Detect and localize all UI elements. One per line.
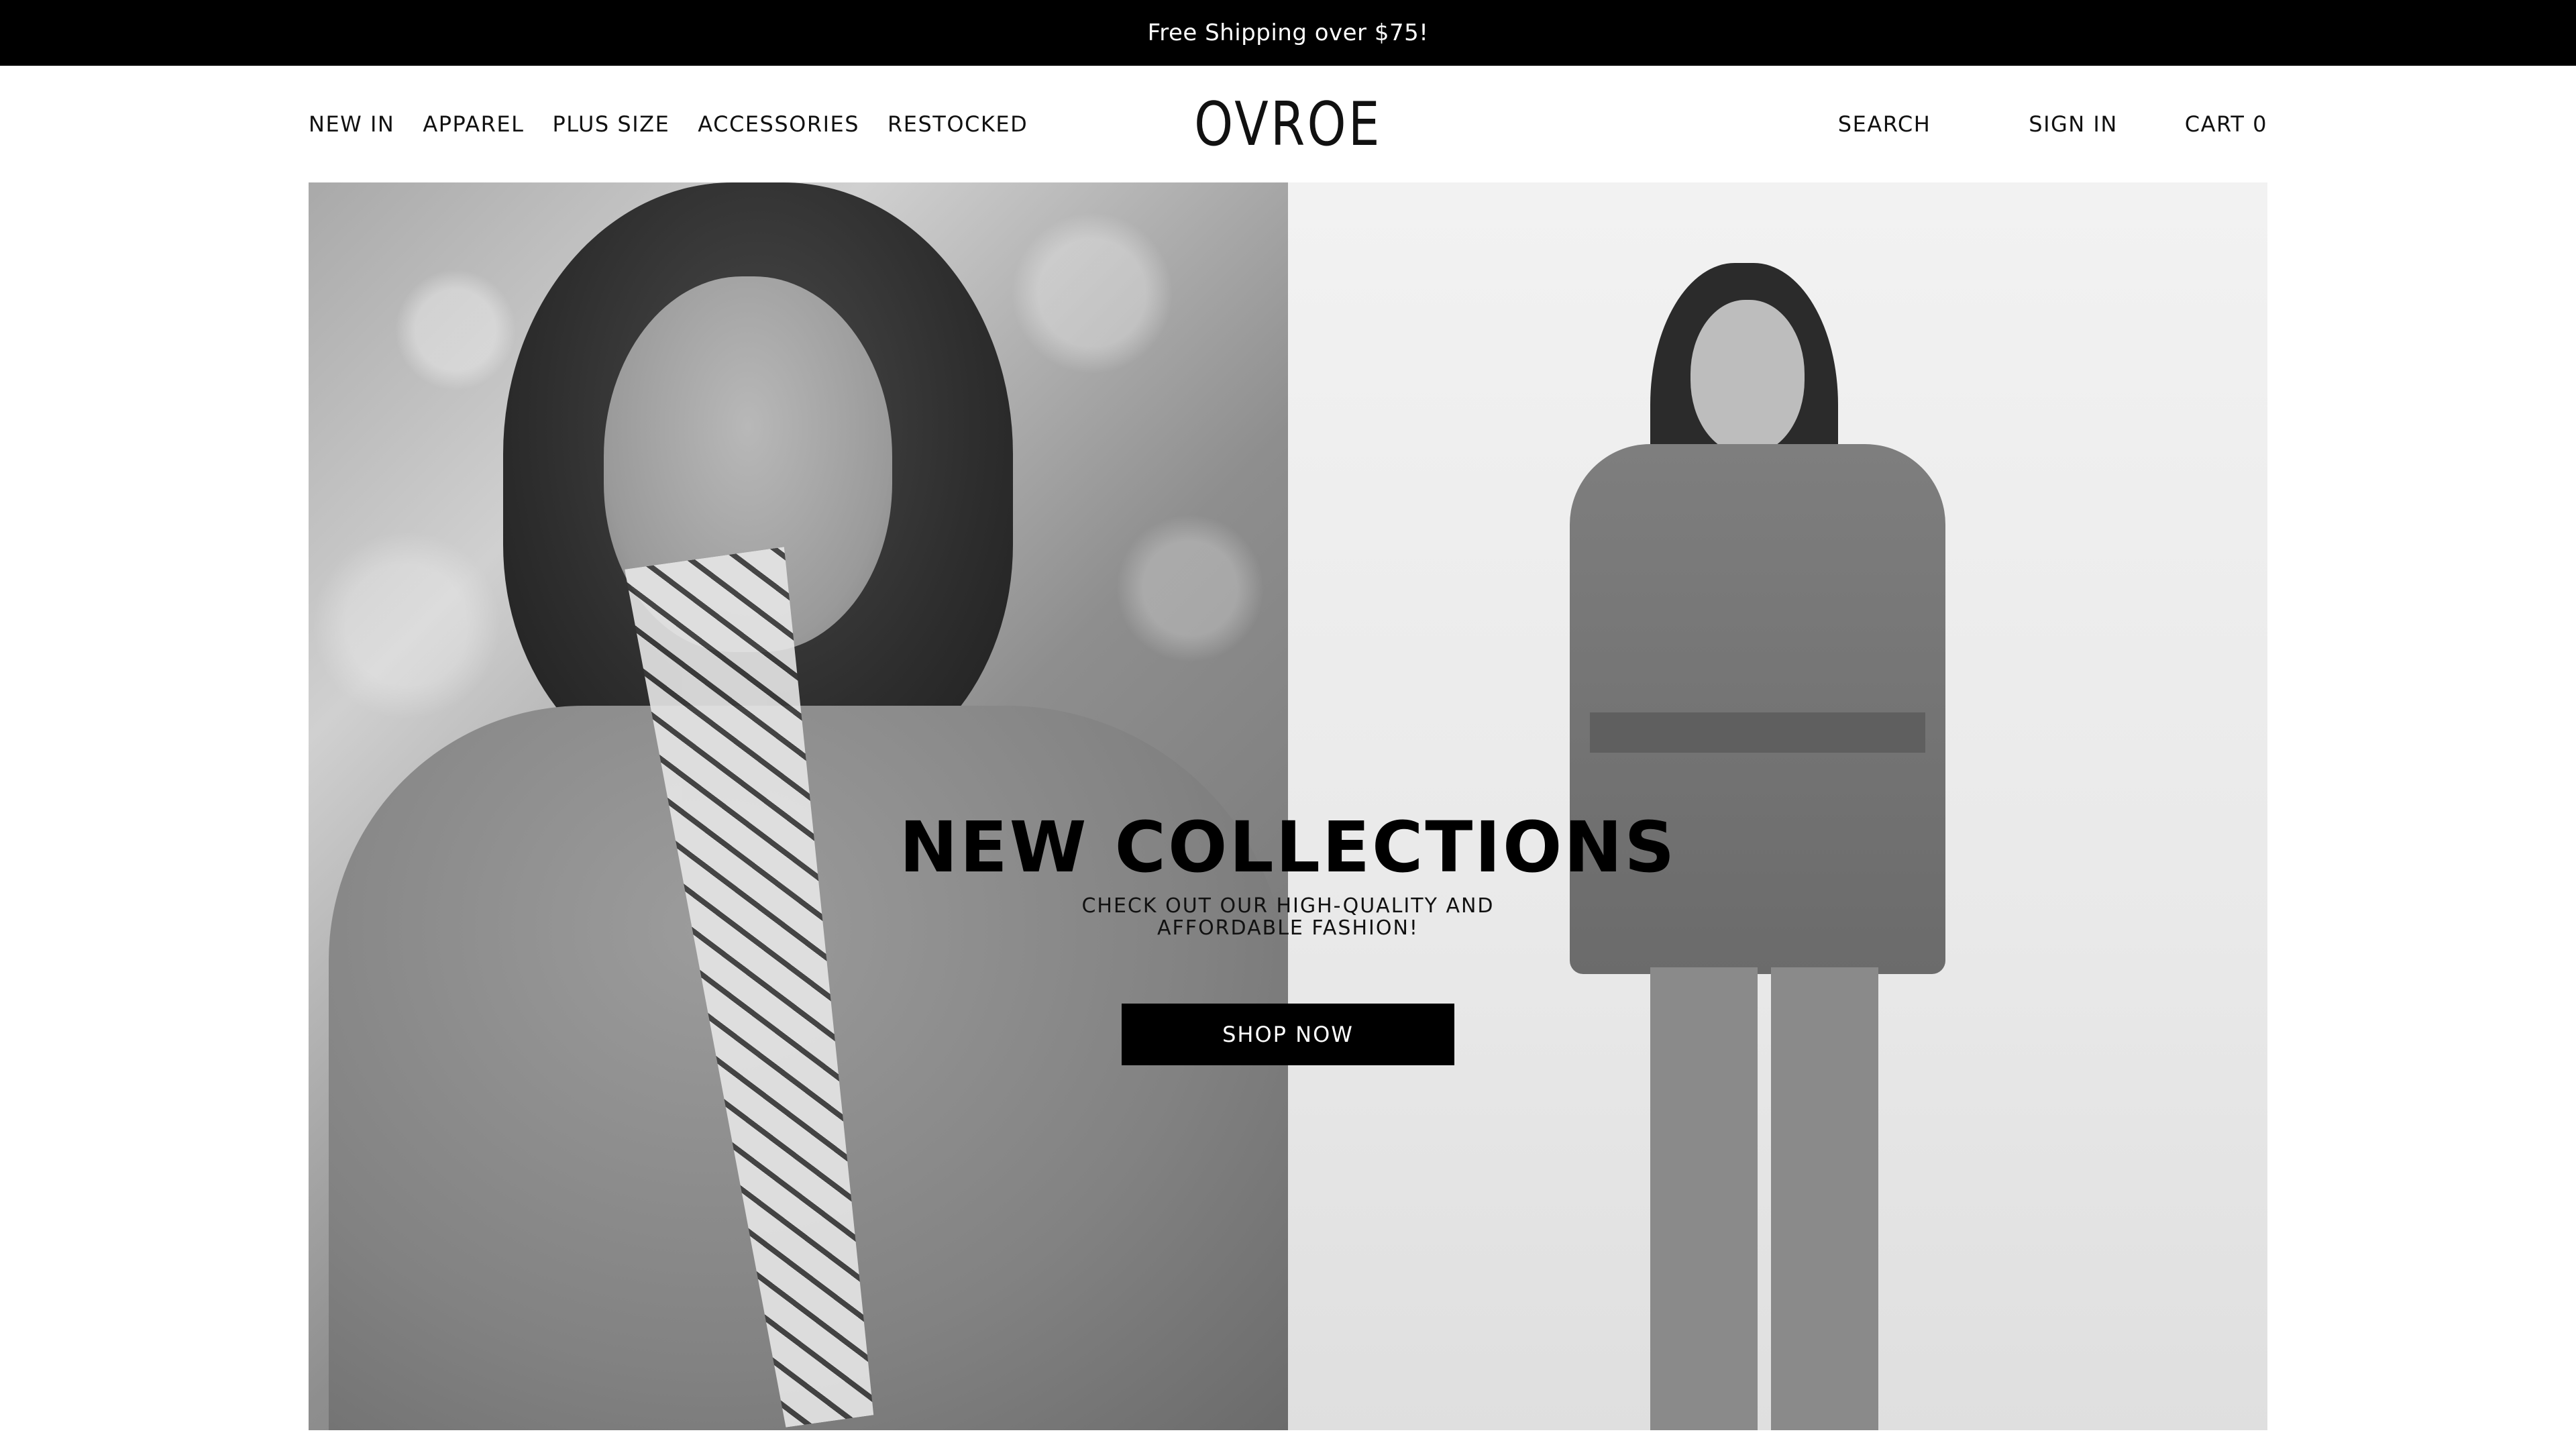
nav-item-plus-size[interactable]: PLUS SIZE xyxy=(552,111,669,137)
announcement-bar: Free Shipping over $75! xyxy=(0,0,2576,66)
hero-content: NEW COLLECTIONS CHECK OUT OUR HIGH-QUALI… xyxy=(309,182,2267,1430)
hero-subtitle: CHECK OUT OUR HIGH-QUALITY AND AFFORDABL… xyxy=(1081,894,1495,940)
nav-item-apparel[interactable]: APPAREL xyxy=(423,111,524,137)
utility-nav: SEARCH SIGN IN CART 0 xyxy=(1838,66,2267,182)
shop-now-button[interactable]: SHOP NOW xyxy=(1122,1004,1454,1065)
site-header: NEW IN APPAREL PLUS SIZE ACCESSORIES RES… xyxy=(0,66,2576,182)
sign-in-link[interactable]: SIGN IN xyxy=(2029,111,2118,137)
cart-link[interactable]: CART 0 xyxy=(2185,111,2267,137)
nav-item-accessories[interactable]: ACCESSORIES xyxy=(698,111,859,137)
brand-logo[interactable]: OVROE xyxy=(1173,66,1402,182)
nav-item-new-in[interactable]: NEW IN xyxy=(309,111,394,137)
brand-logo-text: OVROE xyxy=(1194,89,1382,160)
hero-banner: NEW COLLECTIONS CHECK OUT OUR HIGH-QUALI… xyxy=(309,182,2267,1430)
primary-nav: NEW IN APPAREL PLUS SIZE ACCESSORIES RES… xyxy=(309,66,1028,182)
search-link[interactable]: SEARCH xyxy=(1838,111,1931,137)
hero-title: NEW COLLECTIONS xyxy=(899,806,1677,888)
nav-item-restocked[interactable]: RESTOCKED xyxy=(888,111,1028,137)
announcement-text: Free Shipping over $75! xyxy=(1147,19,1429,46)
